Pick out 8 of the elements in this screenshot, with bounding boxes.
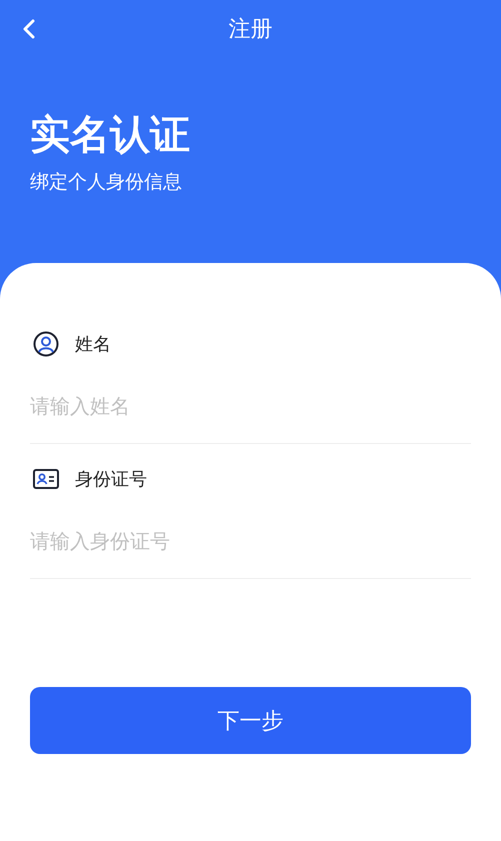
field-label: 姓名 [75,333,111,356]
page-subtitle: 绑定个人身份信息 [30,170,183,194]
field-label: 身份证号 [75,468,147,491]
person-icon [33,331,59,357]
screen-title: 注册 [228,16,272,44]
id-card-icon [33,469,59,489]
next-button[interactable]: 下一步 [30,687,471,754]
page-heading: 实名认证 [30,111,191,160]
